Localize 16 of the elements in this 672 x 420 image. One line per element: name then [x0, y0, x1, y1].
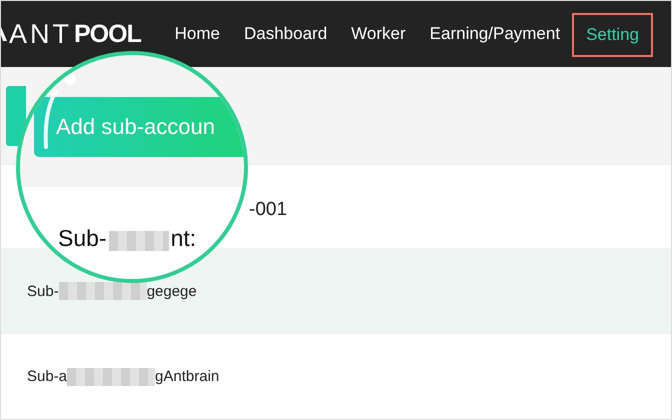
nav-link[interactable]: Dashboard	[232, 18, 340, 50]
magnified-text: nt:	[170, 225, 196, 252]
add-button-edge[interactable]	[6, 86, 26, 146]
account-name-text: gAntbrain	[155, 368, 220, 386]
account-name-text: -001	[249, 199, 288, 221]
magnified-text: Sub-	[58, 225, 107, 252]
account-name-text: Sub-	[27, 282, 59, 300]
nav-link[interactable]: Earning/Payment	[418, 18, 572, 50]
logo-bold-text: POOL	[74, 22, 141, 46]
logo-text: ANT	[9, 20, 72, 48]
nav-link[interactable]: Worker	[339, 18, 418, 50]
nav-link[interactable]: Home	[162, 18, 232, 50]
nav-link[interactable]: Setting	[572, 13, 653, 57]
account-name-text: Sub-a	[27, 368, 68, 386]
pixelated-text-block	[108, 231, 169, 251]
account-name-text: gegege	[146, 282, 197, 300]
